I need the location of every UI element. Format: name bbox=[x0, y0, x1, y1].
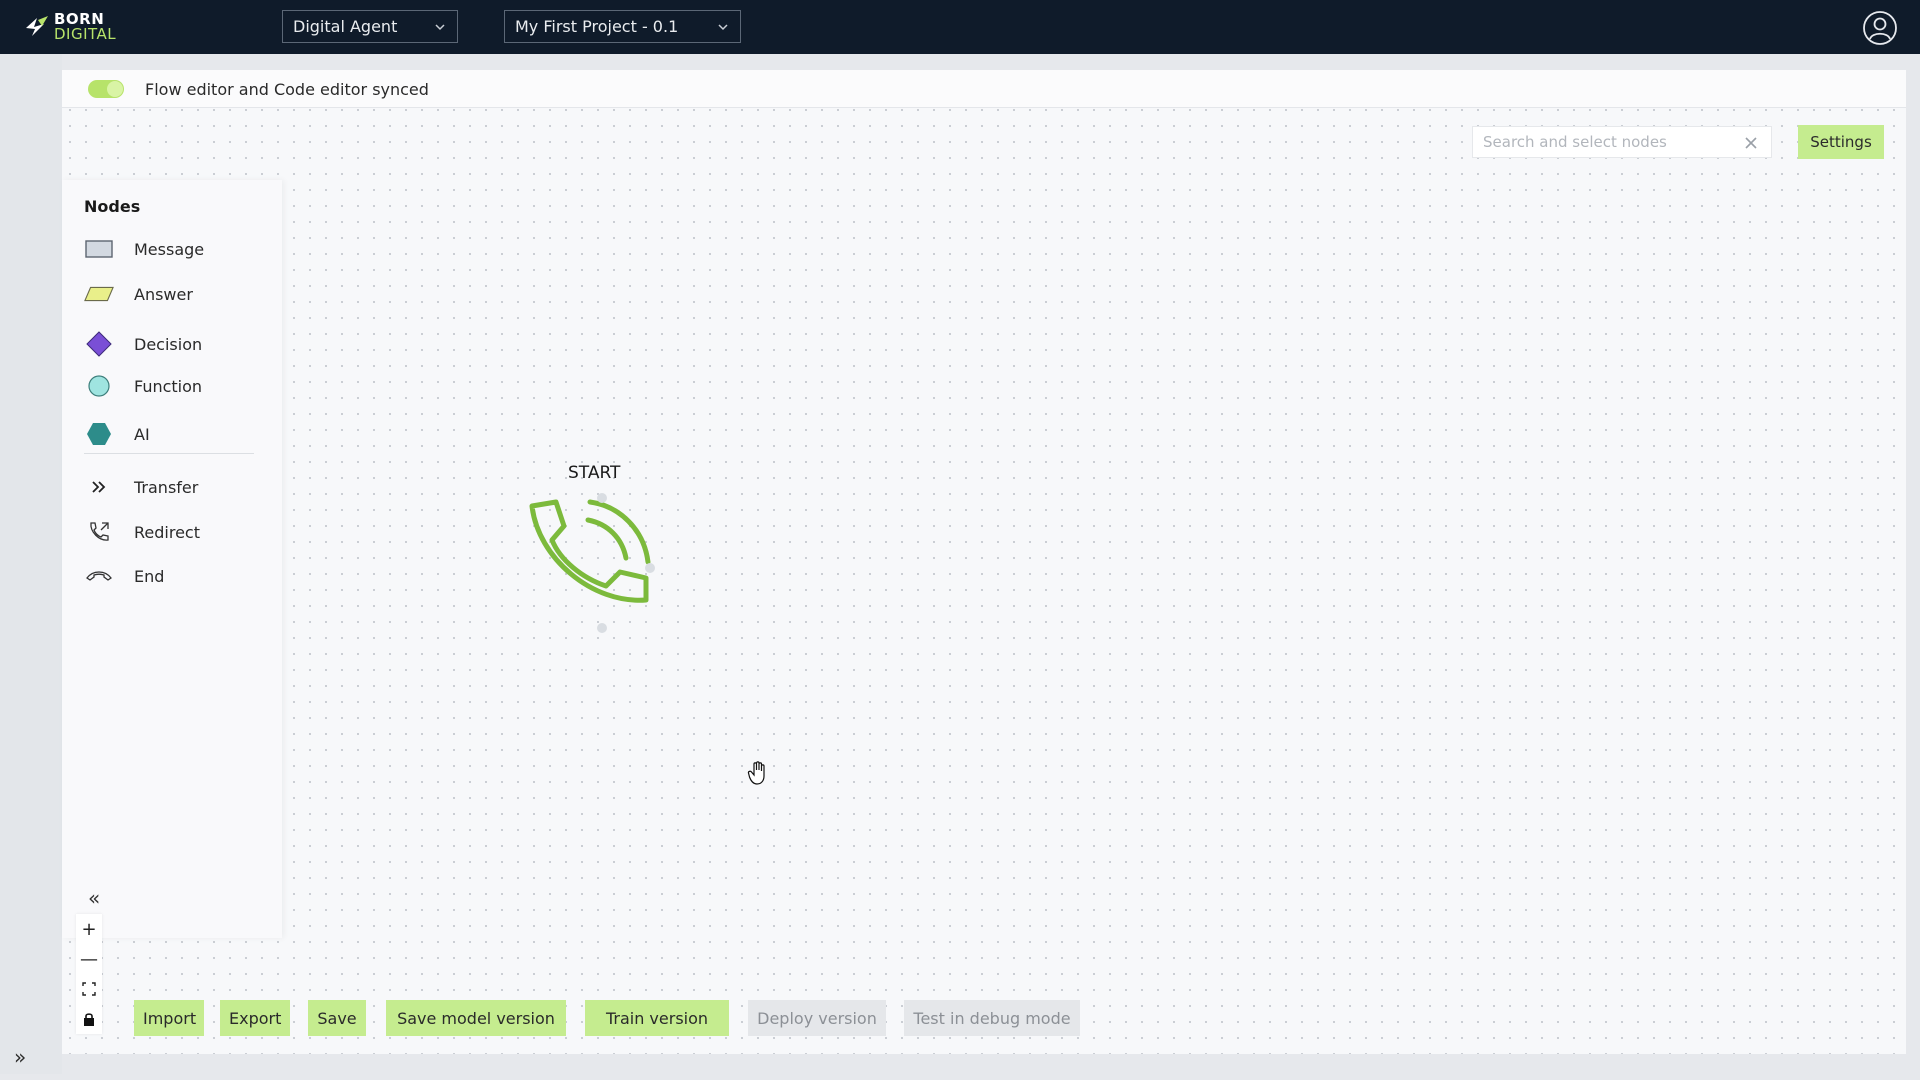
node-item-transfer[interactable]: Transfer bbox=[84, 472, 264, 502]
top-bar: BORN DIGITAL Digital Agent My First Proj… bbox=[0, 0, 1920, 54]
node-item-answer[interactable]: Answer bbox=[84, 279, 264, 309]
node-item-function[interactable]: Function bbox=[84, 371, 264, 401]
project-select-value: My First Project - 0.1 bbox=[515, 17, 679, 36]
answer-parallelogram-icon bbox=[84, 286, 114, 302]
flow-editor-canvas[interactable]: Flow editor and Code editor synced Setti… bbox=[62, 70, 1906, 1054]
save-button[interactable]: Save bbox=[308, 1000, 366, 1036]
zoom-controls: + — bbox=[76, 914, 102, 1034]
node-item-label: Transfer bbox=[134, 477, 199, 497]
node-item-decision[interactable]: Decision bbox=[84, 329, 264, 359]
expand-sidebar-icon[interactable]: » bbox=[14, 1047, 32, 1067]
deploy-version-button[interactable]: Deploy version bbox=[748, 1000, 886, 1036]
sync-toggle[interactable] bbox=[88, 80, 124, 98]
logo-mark-icon bbox=[26, 16, 48, 36]
agent-select-value: Digital Agent bbox=[293, 17, 398, 36]
logo-line2: DIGITAL bbox=[54, 25, 117, 43]
node-search bbox=[1472, 126, 1772, 158]
node-item-ai[interactable]: AI bbox=[84, 419, 264, 449]
lock-canvas-button[interactable] bbox=[76, 1004, 102, 1034]
nodes-divider bbox=[84, 453, 254, 454]
import-button[interactable]: Import bbox=[134, 1000, 204, 1036]
node-item-label: Message bbox=[134, 239, 205, 259]
node-item-label: Decision bbox=[134, 334, 203, 354]
logo-text: BORN DIGITAL bbox=[54, 12, 116, 42]
project-select[interactable]: My First Project - 0.1 bbox=[504, 10, 741, 43]
node-item-end[interactable]: End bbox=[84, 561, 264, 591]
left-rail bbox=[0, 54, 62, 1074]
nodes-panel-title: Nodes bbox=[84, 197, 141, 216]
export-button[interactable]: Export bbox=[220, 1000, 290, 1036]
ai-hexagon-icon bbox=[87, 423, 111, 445]
node-item-label: Redirect bbox=[134, 522, 200, 542]
node-item-label: Function bbox=[134, 376, 203, 396]
node-item-label: Answer bbox=[134, 284, 193, 304]
hand-cursor-icon bbox=[747, 761, 765, 785]
node-item-redirect[interactable]: Redirect bbox=[84, 517, 264, 547]
chevron-down-icon bbox=[718, 23, 728, 30]
clear-search-icon[interactable] bbox=[1743, 135, 1759, 151]
zoom-in-button[interactable]: + bbox=[76, 914, 102, 944]
fit-view-icon bbox=[82, 982, 96, 996]
decision-diamond-icon bbox=[86, 331, 112, 357]
redirect-phone-icon bbox=[90, 522, 109, 541]
lock-icon bbox=[84, 1013, 94, 1026]
end-call-icon bbox=[86, 571, 112, 581]
settings-button[interactable]: Settings bbox=[1798, 125, 1884, 159]
function-circle-icon bbox=[88, 375, 110, 397]
collapse-panel-icon[interactable]: « bbox=[88, 886, 100, 910]
save-model-version-button[interactable]: Save model version bbox=[386, 1000, 566, 1036]
node-item-label: End bbox=[134, 566, 165, 586]
node-item-message[interactable]: Message bbox=[84, 234, 264, 264]
sync-bar: Flow editor and Code editor synced bbox=[62, 70, 1906, 108]
transfer-chevrons-icon bbox=[92, 481, 106, 493]
train-version-button[interactable]: Train version bbox=[585, 1000, 729, 1036]
start-phone-icon[interactable] bbox=[522, 488, 682, 648]
fit-view-button[interactable] bbox=[76, 974, 102, 1004]
start-node-label: START bbox=[568, 463, 621, 483]
chevron-down-icon bbox=[435, 23, 445, 30]
sync-label: Flow editor and Code editor synced bbox=[145, 80, 429, 99]
zoom-out-button[interactable]: — bbox=[76, 944, 102, 974]
node-item-label: AI bbox=[134, 424, 150, 444]
search-input[interactable] bbox=[1473, 133, 1723, 151]
user-account-icon[interactable] bbox=[1862, 10, 1898, 46]
nodes-panel: Nodes Message Answer Decision Function A… bbox=[62, 180, 282, 938]
agent-select[interactable]: Digital Agent bbox=[282, 10, 458, 43]
brand-logo[interactable]: BORN DIGITAL bbox=[24, 10, 116, 44]
message-rect-icon bbox=[85, 240, 113, 258]
test-debug-mode-button[interactable]: Test in debug mode bbox=[904, 1000, 1080, 1036]
